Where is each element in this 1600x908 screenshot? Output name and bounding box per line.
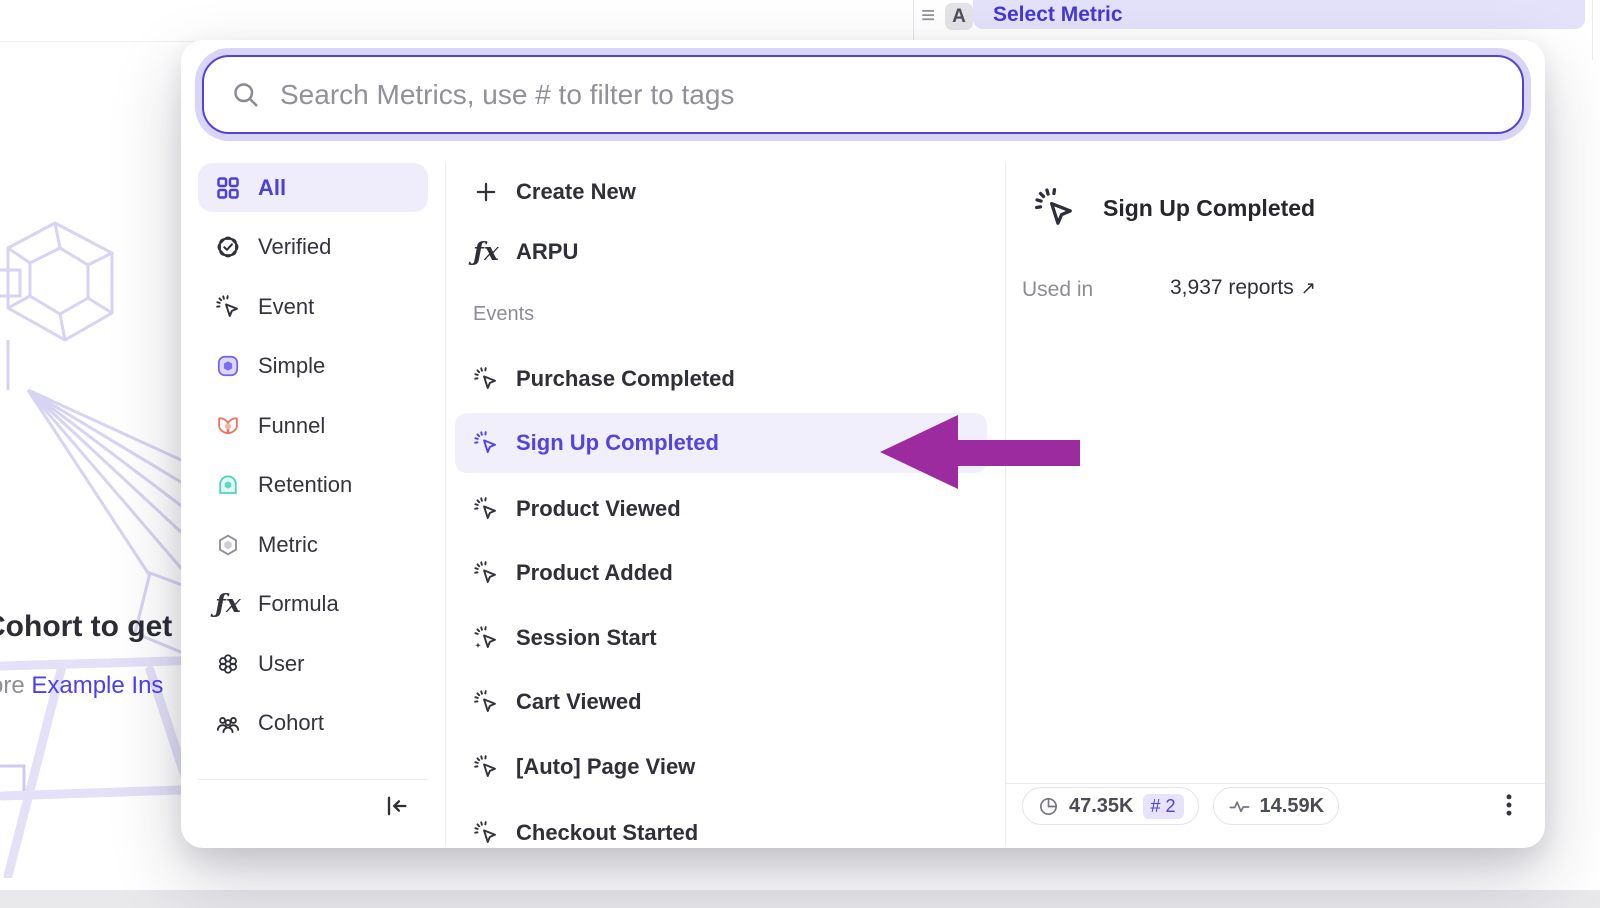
north-east-arrow-icon: ↗ bbox=[1301, 278, 1316, 298]
simple-icon bbox=[215, 353, 241, 379]
cursor-click-icon bbox=[215, 294, 241, 320]
used-in-reports-link[interactable]: 3,937 reports ↗ bbox=[1170, 276, 1316, 300]
list-item-label: Product Viewed bbox=[516, 496, 681, 522]
search-icon bbox=[231, 80, 261, 110]
cursor-click-icon bbox=[473, 560, 499, 586]
pulse-icon bbox=[1228, 795, 1251, 818]
sidebar-footer-divider bbox=[198, 779, 428, 780]
search-focus-ring: Search Metrics, use # to filter to tags bbox=[195, 48, 1531, 141]
sidebar-item-label: Metric bbox=[258, 532, 318, 558]
list-divider bbox=[1005, 163, 1006, 845]
rank-badge: # 2 bbox=[1143, 794, 1184, 819]
list-item-auto-page-view[interactable]: [Auto] Page View bbox=[455, 745, 987, 789]
collapse-left-icon bbox=[382, 792, 410, 820]
list-item-label: Purchase Completed bbox=[516, 366, 735, 392]
sidebar-item-retention[interactable]: Retention bbox=[198, 461, 428, 510]
sidebar-item-cohort[interactable]: Cohort bbox=[198, 699, 428, 748]
sidebar-item-label: Simple bbox=[258, 353, 325, 379]
cohort-people-icon bbox=[215, 710, 241, 736]
list-item-purchase-completed[interactable]: Purchase Completed bbox=[455, 357, 987, 401]
sidebar-item-metric[interactable]: Metric bbox=[198, 520, 428, 569]
select-metric-field[interactable]: Select Metric bbox=[973, 0, 1585, 29]
sidebar-item-label: Funnel bbox=[258, 413, 325, 439]
search-placeholder: Search Metrics, use # to filter to tags bbox=[280, 79, 734, 111]
sidebar-item-formula[interactable]: ƒx Formula bbox=[198, 580, 428, 629]
formula-icon: ƒx bbox=[215, 591, 241, 617]
create-new-label: Create New bbox=[516, 179, 636, 205]
volume-value: 47.35K bbox=[1069, 795, 1134, 818]
verified-badge-icon bbox=[215, 234, 241, 260]
search-input[interactable]: Search Metrics, use # to filter to tags bbox=[202, 55, 1524, 134]
list-item-arpu[interactable]: ƒx ARPU bbox=[455, 230, 987, 274]
formula-icon: ƒx bbox=[473, 239, 499, 265]
grid-icon bbox=[215, 175, 241, 201]
sidebar-item-simple[interactable]: Simple bbox=[198, 342, 428, 391]
right-card-edge bbox=[1592, 0, 1593, 60]
hexagon-metric-icon bbox=[215, 532, 241, 558]
sidebar-item-event[interactable]: Event bbox=[198, 282, 428, 331]
more-options-button[interactable] bbox=[1493, 789, 1525, 821]
pie-chart-icon bbox=[1037, 795, 1060, 818]
list-item-label: Session Start bbox=[516, 625, 657, 651]
category-sidebar: All Verified Event Simple Funnel Retenti… bbox=[198, 163, 428, 748]
sidebar-item-label: Formula bbox=[258, 591, 339, 617]
list-item-label: [Auto] Page View bbox=[516, 754, 695, 780]
annotation-arrow bbox=[855, 405, 1090, 500]
plus-icon bbox=[473, 179, 499, 205]
activity-value: 14.59K bbox=[1260, 795, 1325, 818]
cursor-click-icon bbox=[473, 820, 499, 846]
sidebar-item-label: Event bbox=[258, 294, 314, 320]
drag-handle-icon[interactable]: ≡ bbox=[921, 4, 935, 28]
example-insights-link[interactable]: Example Ins bbox=[31, 672, 163, 699]
background-partial-linkline: ore Example Ins bbox=[0, 672, 163, 700]
detail-footer-divider bbox=[1006, 783, 1545, 784]
volume-stat-pill[interactable]: 47.35K # 2 bbox=[1022, 787, 1199, 825]
list-item-label: ARPU bbox=[516, 239, 578, 265]
cursor-click-star-icon bbox=[473, 625, 499, 651]
funnel-icon bbox=[215, 413, 241, 439]
used-in-label: Used in bbox=[1022, 278, 1093, 302]
create-new-button[interactable]: Create New bbox=[455, 170, 987, 214]
reports-count: 3,937 reports bbox=[1170, 276, 1294, 299]
event-cursor-click-icon bbox=[1033, 186, 1077, 230]
select-metric-label: Select Metric bbox=[993, 3, 1123, 27]
list-item-cart-viewed[interactable]: Cart Viewed bbox=[455, 680, 987, 724]
sidebar-item-label: Cohort bbox=[258, 710, 324, 736]
background-partial-text: ore bbox=[0, 672, 31, 699]
list-item-label: Cart Viewed bbox=[516, 689, 642, 715]
topbar-divider bbox=[913, 0, 914, 41]
list-item-label: Sign Up Completed bbox=[516, 430, 719, 456]
sidebar-item-label: Verified bbox=[258, 234, 331, 260]
sidebar-divider bbox=[445, 163, 446, 845]
sidebar-item-funnel[interactable]: Funnel bbox=[198, 401, 428, 450]
cursor-click-icon bbox=[473, 496, 499, 522]
series-a-badge: A bbox=[945, 3, 973, 30]
activity-stat-pill[interactable]: 14.59K bbox=[1213, 787, 1340, 825]
sidebar-item-all[interactable]: All bbox=[198, 163, 428, 212]
background-partial-heading: Cohort to get s bbox=[0, 610, 197, 644]
cursor-click-icon bbox=[473, 754, 499, 780]
background-illustration bbox=[0, 218, 190, 878]
sidebar-item-label: User bbox=[258, 651, 304, 677]
bottom-strip bbox=[0, 890, 1600, 908]
list-item-label: Checkout Started bbox=[516, 820, 698, 846]
kebab-menu-icon bbox=[1495, 791, 1523, 819]
sidebar-item-verified[interactable]: Verified bbox=[198, 223, 428, 272]
collapse-sidebar-button[interactable] bbox=[380, 790, 412, 822]
retention-icon bbox=[215, 472, 241, 498]
cursor-click-icon bbox=[473, 366, 499, 392]
list-item-checkout-started[interactable]: Checkout Started bbox=[455, 811, 987, 848]
list-item-session-start[interactable]: Session Start bbox=[455, 616, 987, 660]
detail-stats: 47.35K # 2 14.59K bbox=[1022, 787, 1339, 825]
detail-title: Sign Up Completed bbox=[1103, 195, 1315, 222]
cursor-click-icon bbox=[473, 430, 499, 456]
sidebar-item-user[interactable]: User bbox=[198, 639, 428, 688]
sidebar-item-label: Retention bbox=[258, 472, 352, 498]
list-item-product-added[interactable]: Product Added bbox=[455, 551, 987, 595]
sidebar-item-label: All bbox=[258, 175, 286, 201]
events-section-header: Events bbox=[473, 303, 534, 326]
user-flower-icon bbox=[215, 651, 241, 677]
list-item-label: Product Added bbox=[516, 560, 673, 586]
cursor-click-icon bbox=[473, 689, 499, 715]
